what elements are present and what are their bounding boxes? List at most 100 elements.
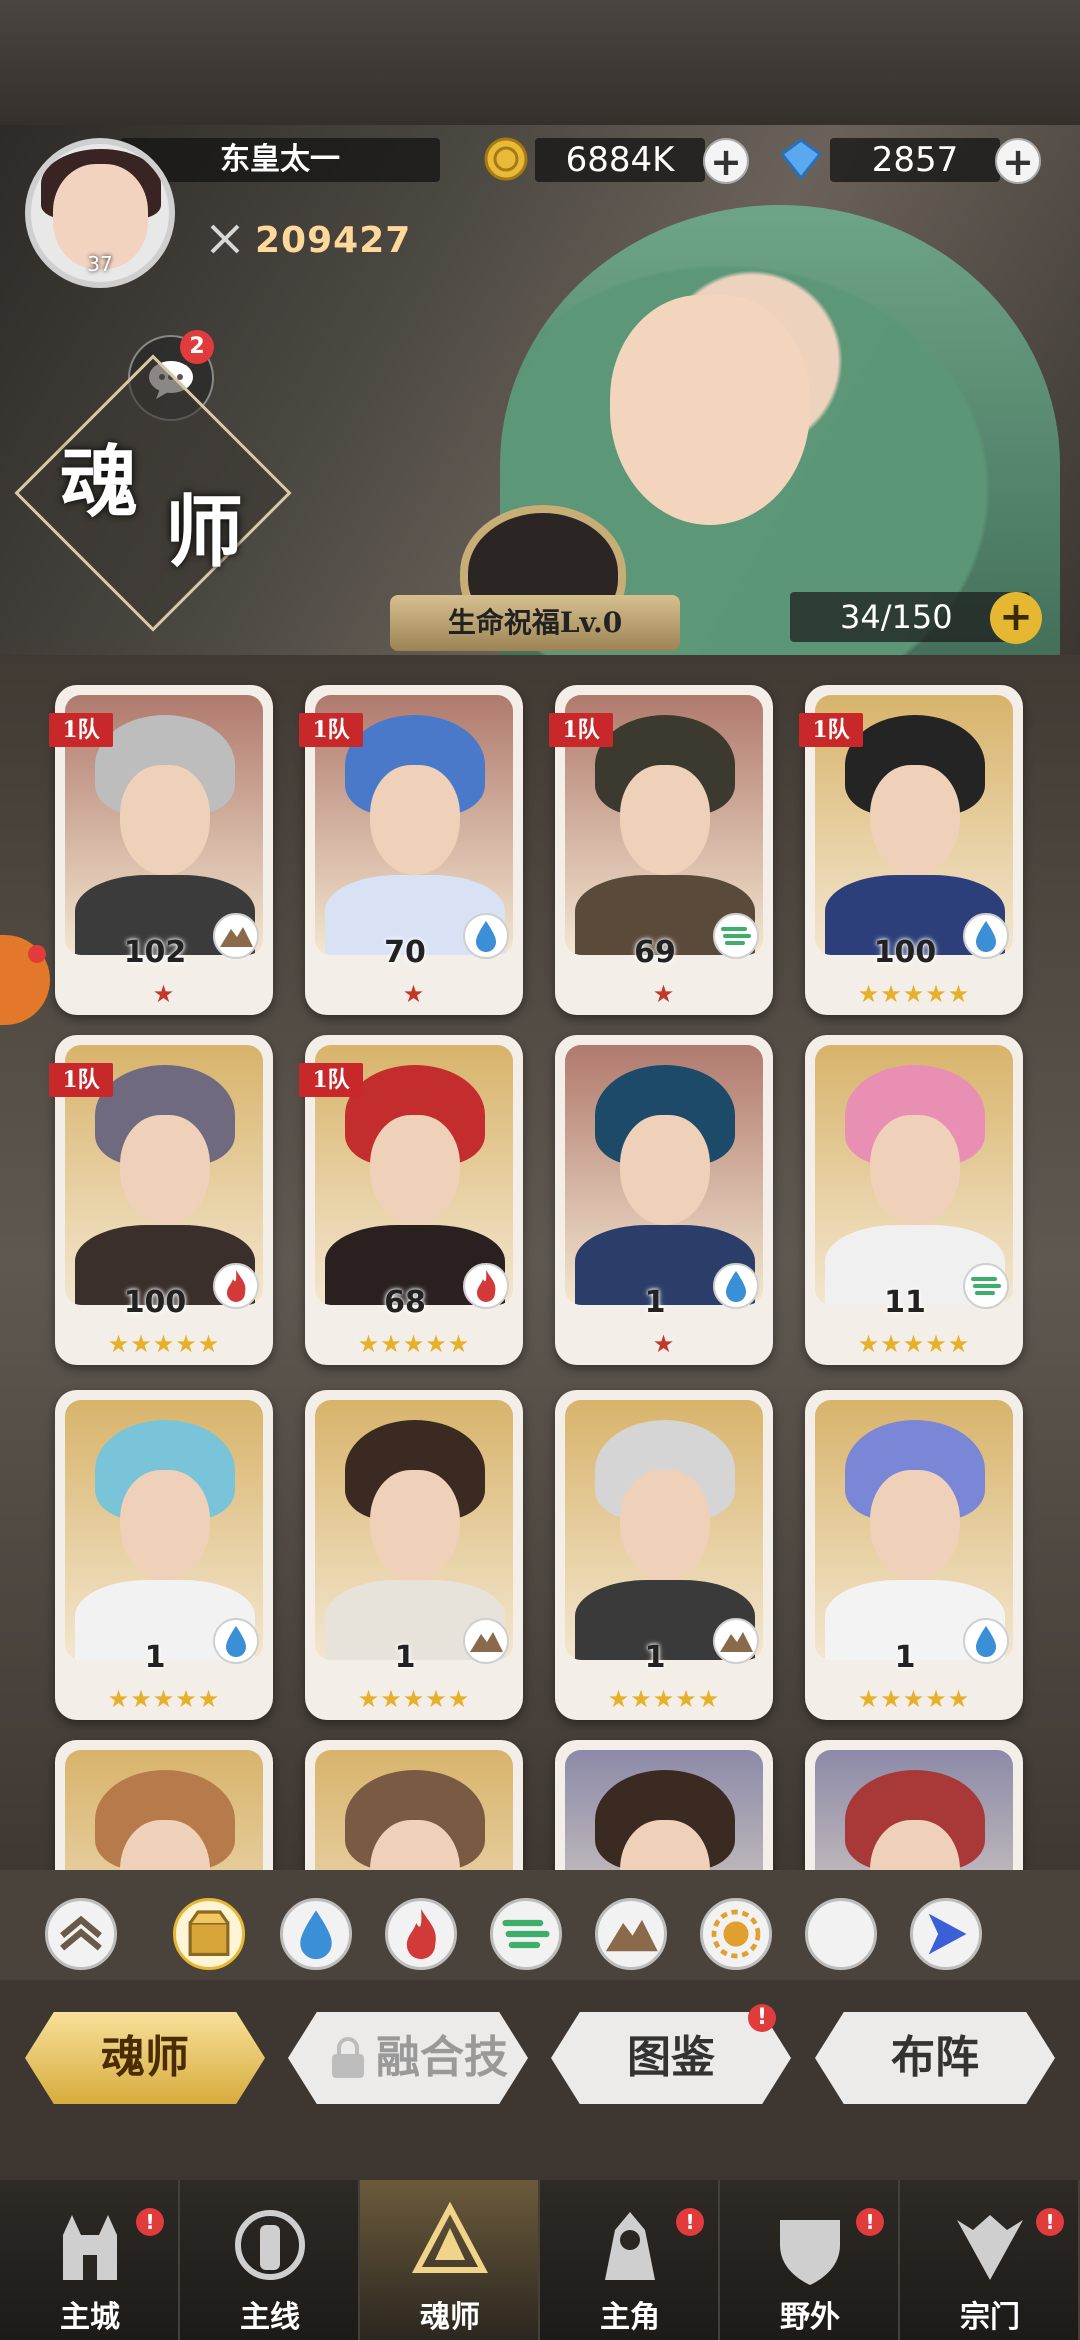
- hero-stars: ★★★★★: [857, 980, 971, 1008]
- life-blessing-label[interactable]: 生命祝福Lv.0: [390, 595, 680, 651]
- hero-stars: ★★★★★: [357, 1330, 471, 1358]
- hero-card[interactable]: 1 ★★★★★: [305, 1390, 523, 1720]
- earth-element-icon: [713, 1618, 759, 1664]
- hero-card[interactable]: [55, 1740, 273, 1870]
- hero-card[interactable]: 1 ★★★★★: [805, 1390, 1023, 1720]
- hero-face: [120, 1115, 210, 1225]
- nav-label: 野外: [780, 2300, 840, 2335]
- tab-formation[interactable]: 布阵: [815, 2012, 1055, 2104]
- water-element-icon: [213, 1618, 259, 1664]
- wind-element-icon: [963, 1263, 1009, 1309]
- add-gems-button[interactable]: +: [995, 138, 1041, 184]
- pet-badge: [28, 945, 46, 963]
- hero-stars: ★★★★★: [107, 1330, 221, 1358]
- hero-stars: ★★★★★: [357, 1685, 471, 1713]
- nav-item-3[interactable]: 主角: [540, 2180, 720, 2340]
- filter-earth-button[interactable]: [595, 1898, 667, 1970]
- hero-face: [370, 1470, 460, 1580]
- light-filter-icon: [711, 1909, 761, 1959]
- nav-label: 主角: [600, 2300, 660, 2335]
- add-coins-button[interactable]: +: [703, 138, 749, 184]
- gem-amount: 2857: [830, 138, 1000, 182]
- tab-fusion-skill-label: 融合技: [376, 2032, 508, 2083]
- lock-icon: [332, 2037, 364, 2078]
- castle-icon: [63, 2215, 117, 2280]
- hero-face: [870, 765, 960, 875]
- water-element-icon: [963, 913, 1009, 959]
- crossed-swords-icon: [210, 224, 240, 254]
- fire-element-icon: [213, 1263, 259, 1309]
- tab-fusion-skill[interactable]: 融合技: [288, 2012, 528, 2104]
- hero-card[interactable]: 70 ★ 1队: [299, 685, 523, 1015]
- nav-item-4[interactable]: 野外: [720, 2180, 900, 2340]
- filter-wind-button[interactable]: [490, 1898, 562, 1970]
- hero-portrait: [815, 1750, 1013, 1870]
- nav-badge: !: [1036, 2208, 1064, 2236]
- add-slots-button[interactable]: +: [990, 592, 1042, 644]
- nav-label: 主线: [240, 2300, 300, 2335]
- filter-rank-button[interactable]: [45, 1898, 117, 1970]
- water-element-icon: [463, 913, 509, 959]
- filter-special-button[interactable]: [910, 1898, 982, 1970]
- hero-card[interactable]: 1 ★★★★★: [555, 1390, 773, 1720]
- player-name: 东皇太一: [120, 138, 440, 182]
- hero-card[interactable]: 1 ★: [555, 1035, 773, 1365]
- hero-card[interactable]: 11 ★★★★★: [805, 1035, 1023, 1365]
- hero-stars: ★★★★★: [857, 1330, 971, 1358]
- hero-face: [370, 765, 460, 875]
- earth-filter-icon: [605, 1919, 658, 1952]
- hero-card[interactable]: 1 ★★★★★: [55, 1390, 273, 1720]
- water-element-icon: [963, 1618, 1009, 1664]
- status-area: [0, 0, 1080, 125]
- hero-card[interactable]: 100 ★★★★★ 1队: [799, 685, 1023, 1015]
- team-tag: 1队: [299, 713, 363, 747]
- hero-face: [870, 1470, 960, 1580]
- hero-grid: 102 ★ 1队 70 ★ 1队 69 ★ 1队 100 ★★★★★ 1队 100 ★★★★★ 1队 68 ★★…: [0, 655, 1080, 1870]
- tab-soul-master[interactable]: 魂师: [25, 2012, 265, 2104]
- hero-card[interactable]: 69 ★ 1队: [549, 685, 773, 1015]
- filter-water-button[interactable]: [280, 1898, 352, 1970]
- filter-light-button[interactable]: [700, 1898, 772, 1970]
- hero-card[interactable]: 100 ★★★★★ 1队: [49, 1035, 273, 1365]
- featured-hero-face: [610, 295, 810, 525]
- nav-item-0[interactable]: 主城: [0, 2180, 180, 2340]
- hero-stars: ★★★★★: [107, 1685, 221, 1713]
- coin-icon: [484, 137, 528, 181]
- team-tag: 1队: [799, 713, 863, 747]
- protagonist-icon: [605, 2212, 655, 2280]
- hero-card[interactable]: [305, 1740, 523, 1870]
- hero-card[interactable]: [805, 1740, 1023, 1870]
- nav-label: 主城: [60, 2300, 120, 2335]
- player-level: 37: [87, 252, 113, 276]
- nav-badge: !: [856, 2208, 884, 2236]
- filter-all-button[interactable]: [173, 1898, 245, 1970]
- nav-badge: !: [136, 2208, 164, 2236]
- team-tag: 1队: [549, 713, 613, 747]
- player-avatar[interactable]: 37: [25, 138, 175, 288]
- earth-element-icon: [213, 913, 259, 959]
- nav-item-2[interactable]: 魂师: [360, 2180, 540, 2340]
- special-filter-icon: [928, 1913, 967, 1955]
- hero-stars: ★: [152, 980, 176, 1008]
- hero-card[interactable]: [555, 1740, 773, 1870]
- nav-item-1[interactable]: 主线: [180, 2180, 360, 2340]
- team-tag: 1队: [49, 1063, 113, 1097]
- hero-stars: ★: [402, 980, 426, 1008]
- sect-icon: [957, 2215, 1023, 2280]
- wind-filter-icon: [502, 1919, 550, 1949]
- dark-filter-icon: [828, 1913, 849, 1955]
- all-filter-icon: [188, 1910, 230, 1956]
- wind-element-icon: [713, 913, 759, 959]
- page-title-char-1: 魂: [60, 437, 139, 528]
- hero-face: [620, 1470, 710, 1580]
- hero-card[interactable]: 68 ★★★★★ 1队: [299, 1035, 523, 1365]
- hero-face: [120, 765, 210, 875]
- nav-item-5[interactable]: 宗门: [900, 2180, 1080, 2340]
- filter-fire-button[interactable]: [385, 1898, 457, 1970]
- wild-icon: [780, 2220, 840, 2285]
- nav-label: 宗门: [960, 2300, 1020, 2335]
- filter-dark-button[interactable]: [805, 1898, 877, 1970]
- hero-card[interactable]: 102 ★ 1队: [49, 685, 273, 1015]
- chat-badge: 2: [180, 330, 214, 364]
- page-title-char-2: 师: [165, 487, 244, 578]
